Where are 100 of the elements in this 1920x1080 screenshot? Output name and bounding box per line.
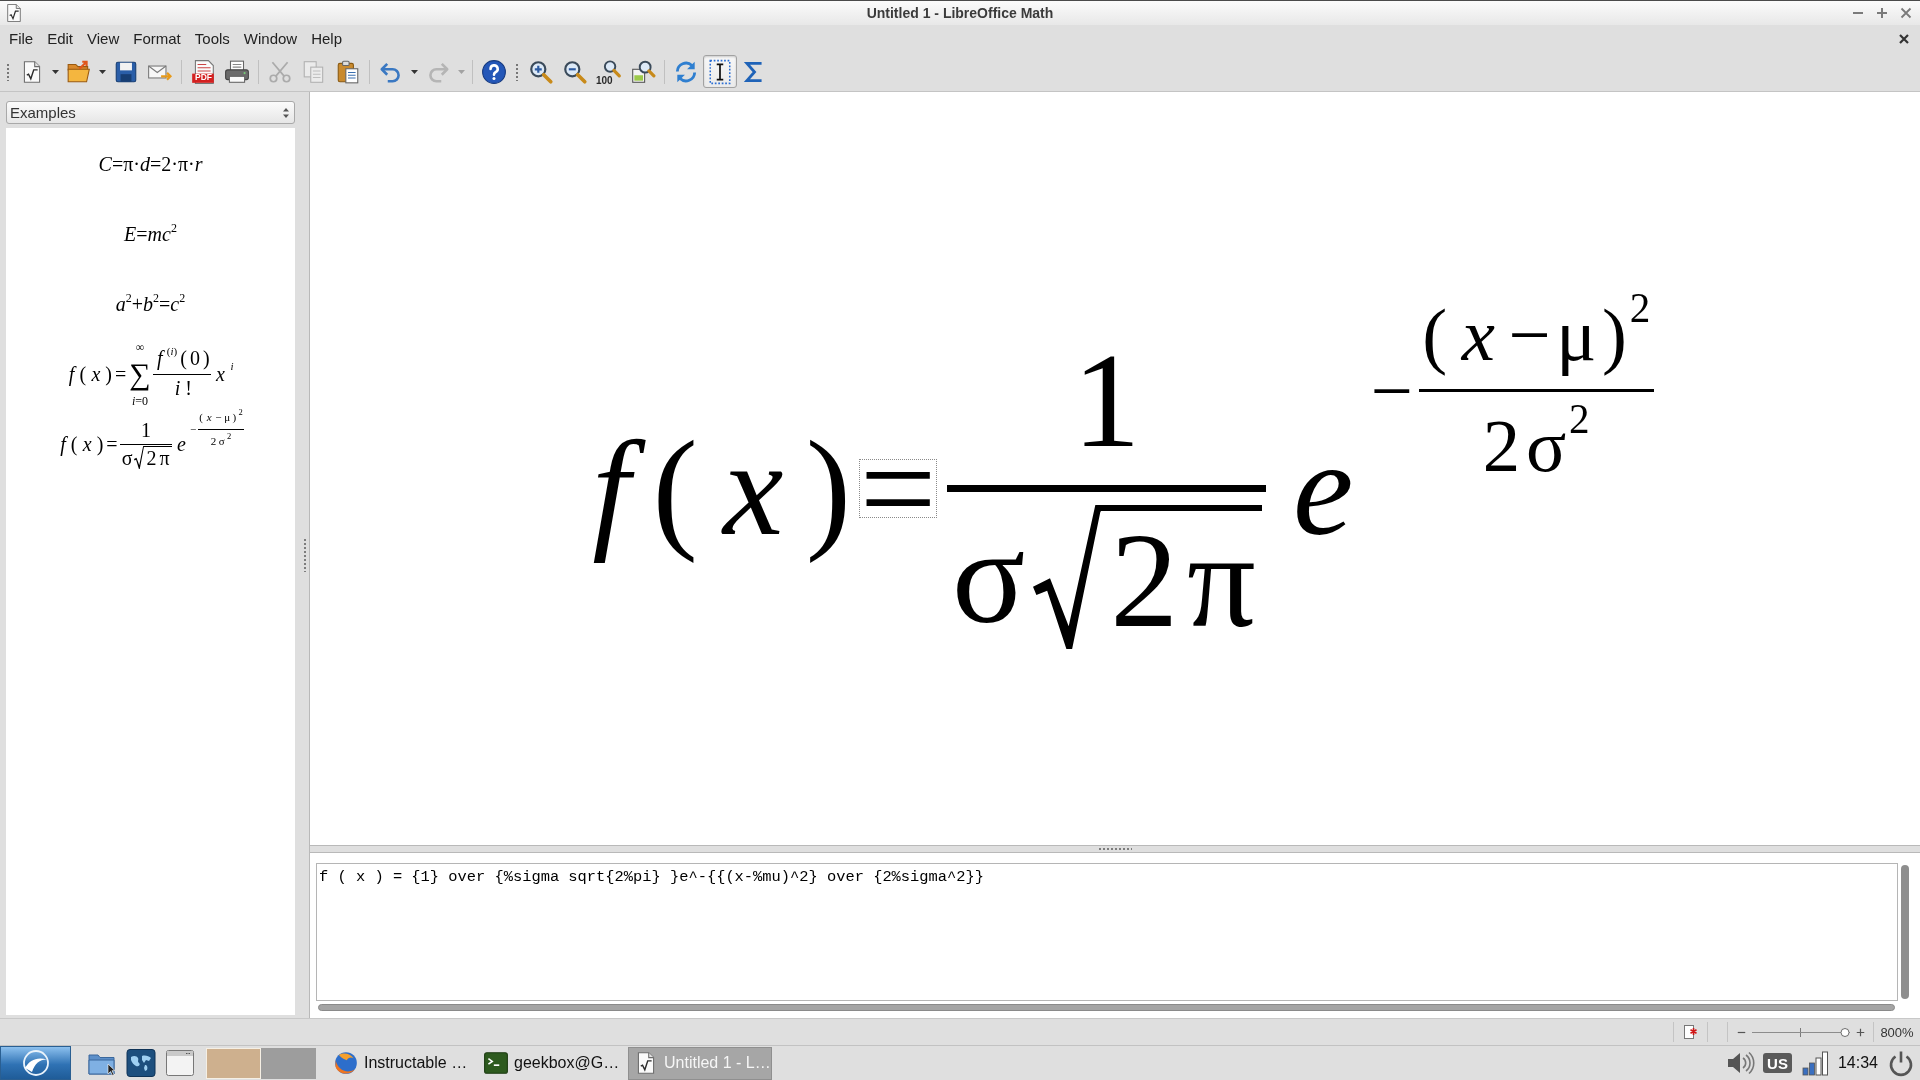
text-cursor-icon (707, 58, 733, 85)
formula-term: = (858, 458, 938, 519)
formula-term: ) (201, 346, 211, 372)
formula-term: x (720, 411, 785, 565)
export-pdf-button[interactable]: PDF (186, 55, 220, 88)
menu-item[interactable]: Window (236, 27, 305, 50)
formula-term: e (175, 432, 187, 457)
maximize-button[interactable] (1874, 5, 1890, 21)
formula-term: ( (78, 362, 88, 387)
formula-term: ∞ (134, 338, 146, 355)
menu-item[interactable]: Edit (40, 27, 81, 50)
formula-term: − (189, 422, 198, 437)
summation-sign: ∑ (128, 356, 152, 393)
formula-term: ( (198, 409, 204, 425)
formula-term: 2 (225, 430, 233, 443)
formula-term: C=π·d=2·π·r (97, 152, 204, 177)
formula-term: ( (179, 346, 188, 372)
formula-term: = (114, 362, 128, 387)
zoom-out-icon (562, 58, 588, 85)
maximize-icon (1876, 7, 1888, 19)
taskbar-button[interactable]: geekbox@G… (478, 1046, 622, 1080)
up-down-arrows-icon (282, 106, 290, 119)
close-icon (1898, 32, 1910, 45)
slider-thumb[interactable] (1840, 1027, 1850, 1037)
menu-item[interactable]: File (2, 27, 41, 50)
vertical-scrollbar[interactable] (1901, 865, 1909, 999)
formula-term: 0 (188, 346, 201, 372)
formula-term: σ (1524, 403, 1568, 490)
formula-term: 1 (140, 418, 153, 444)
formula-command-input[interactable]: f ( x ) = {1} over {%sigma sqrt{2%pi} }e^-{{(x-%mu)^2} over {2%sigma^2}} (316, 863, 1898, 1001)
formula-term: f (574, 405, 645, 572)
formula-term: ( (1421, 292, 1449, 379)
formula-term: 2 (1628, 283, 1652, 333)
formula-term: π (158, 447, 171, 470)
terminal-icon (483, 1050, 509, 1076)
world-map-icon[interactable] (125, 1048, 157, 1078)
formula-term: i (229, 359, 235, 375)
horizontal-scrollbar[interactable] (318, 1004, 1895, 1011)
formula-term: f (156, 346, 166, 372)
formula-term: − (1369, 347, 1414, 434)
volume-icon[interactable] (1725, 1049, 1756, 1077)
formula-term: ) (804, 411, 852, 565)
formula-term: ( (651, 411, 699, 565)
document-icon (190, 58, 216, 85)
close-button[interactable] (1898, 5, 1914, 21)
close-icon (1900, 7, 1912, 19)
printer-icon (224, 58, 250, 85)
help-icon (481, 58, 507, 85)
formula-term: i=0 (130, 393, 150, 410)
actual-size-button[interactable]: 100 (592, 55, 626, 88)
caret-icon (99, 69, 106, 74)
taskbar-button[interactable]: Instructable … (328, 1046, 472, 1080)
window-title: Untitled 1 - LibreOffice Math (866, 5, 1054, 21)
formula-term: 2 (237, 405, 244, 418)
formula-term: x (1460, 292, 1497, 379)
formula-term: ( (69, 432, 79, 457)
signal-bars-icon[interactable] (1799, 1049, 1830, 1077)
formula-term: σ (951, 500, 1027, 654)
window-icon[interactable] (164, 1048, 196, 1078)
formula-term: ! (184, 375, 193, 401)
formula-term: 2 (1481, 403, 1522, 490)
formula-term: ) (231, 409, 238, 425)
formula-term: E=mc$^{2}$ (123, 221, 178, 247)
menu-item[interactable]: Tools (187, 27, 237, 50)
formula-term: (i) (165, 343, 179, 359)
math-document-icon (6, 4, 22, 22)
menu-item[interactable]: Help (304, 27, 350, 50)
menu-item[interactable]: View (80, 27, 127, 50)
examples-dropdown[interactable]: Examples (6, 101, 295, 124)
formula-term: x (214, 362, 226, 387)
formula-term: 1 (1071, 323, 1142, 477)
magnifier-page-icon (630, 58, 656, 85)
formula-term: f (59, 432, 69, 457)
start-button[interactable] (0, 1046, 71, 1080)
menu-item[interactable]: Format (126, 27, 188, 50)
caret-icon (411, 69, 418, 74)
formula-cursor-button[interactable] (703, 55, 737, 88)
formula-term: x (90, 362, 102, 387)
caret-icon (52, 69, 59, 74)
clock[interactable]: 14:34 (1837, 1054, 1878, 1072)
caret-icon (458, 69, 465, 74)
formula-term: − (1507, 292, 1552, 379)
formula-term: x (81, 432, 93, 457)
keyboard-layout-indicator[interactable]: US (1763, 1053, 1792, 1073)
formula-term: = (105, 432, 119, 457)
toolbar-handle[interactable] (515, 62, 519, 81)
splitter-handle[interactable] (1098, 847, 1132, 851)
radical-icon (1033, 504, 1102, 649)
formula-term: ) (95, 432, 105, 457)
formula-term: x (205, 409, 213, 425)
formula-term: f (67, 362, 78, 387)
formula-term: ) (1601, 292, 1628, 379)
formula-term: 2 (209, 434, 218, 450)
formula-term: 2 (1109, 510, 1180, 649)
formula-term: a$^{2}$+b$^{2}$=c$^{2}$ (114, 291, 187, 317)
formula-term: μ (1555, 292, 1598, 379)
formula-term: − (214, 409, 223, 425)
toolbar-handle[interactable] (6, 62, 10, 81)
formula-term: π (1186, 510, 1257, 649)
zoom-percentage[interactable]: 800% (1880, 1024, 1914, 1040)
